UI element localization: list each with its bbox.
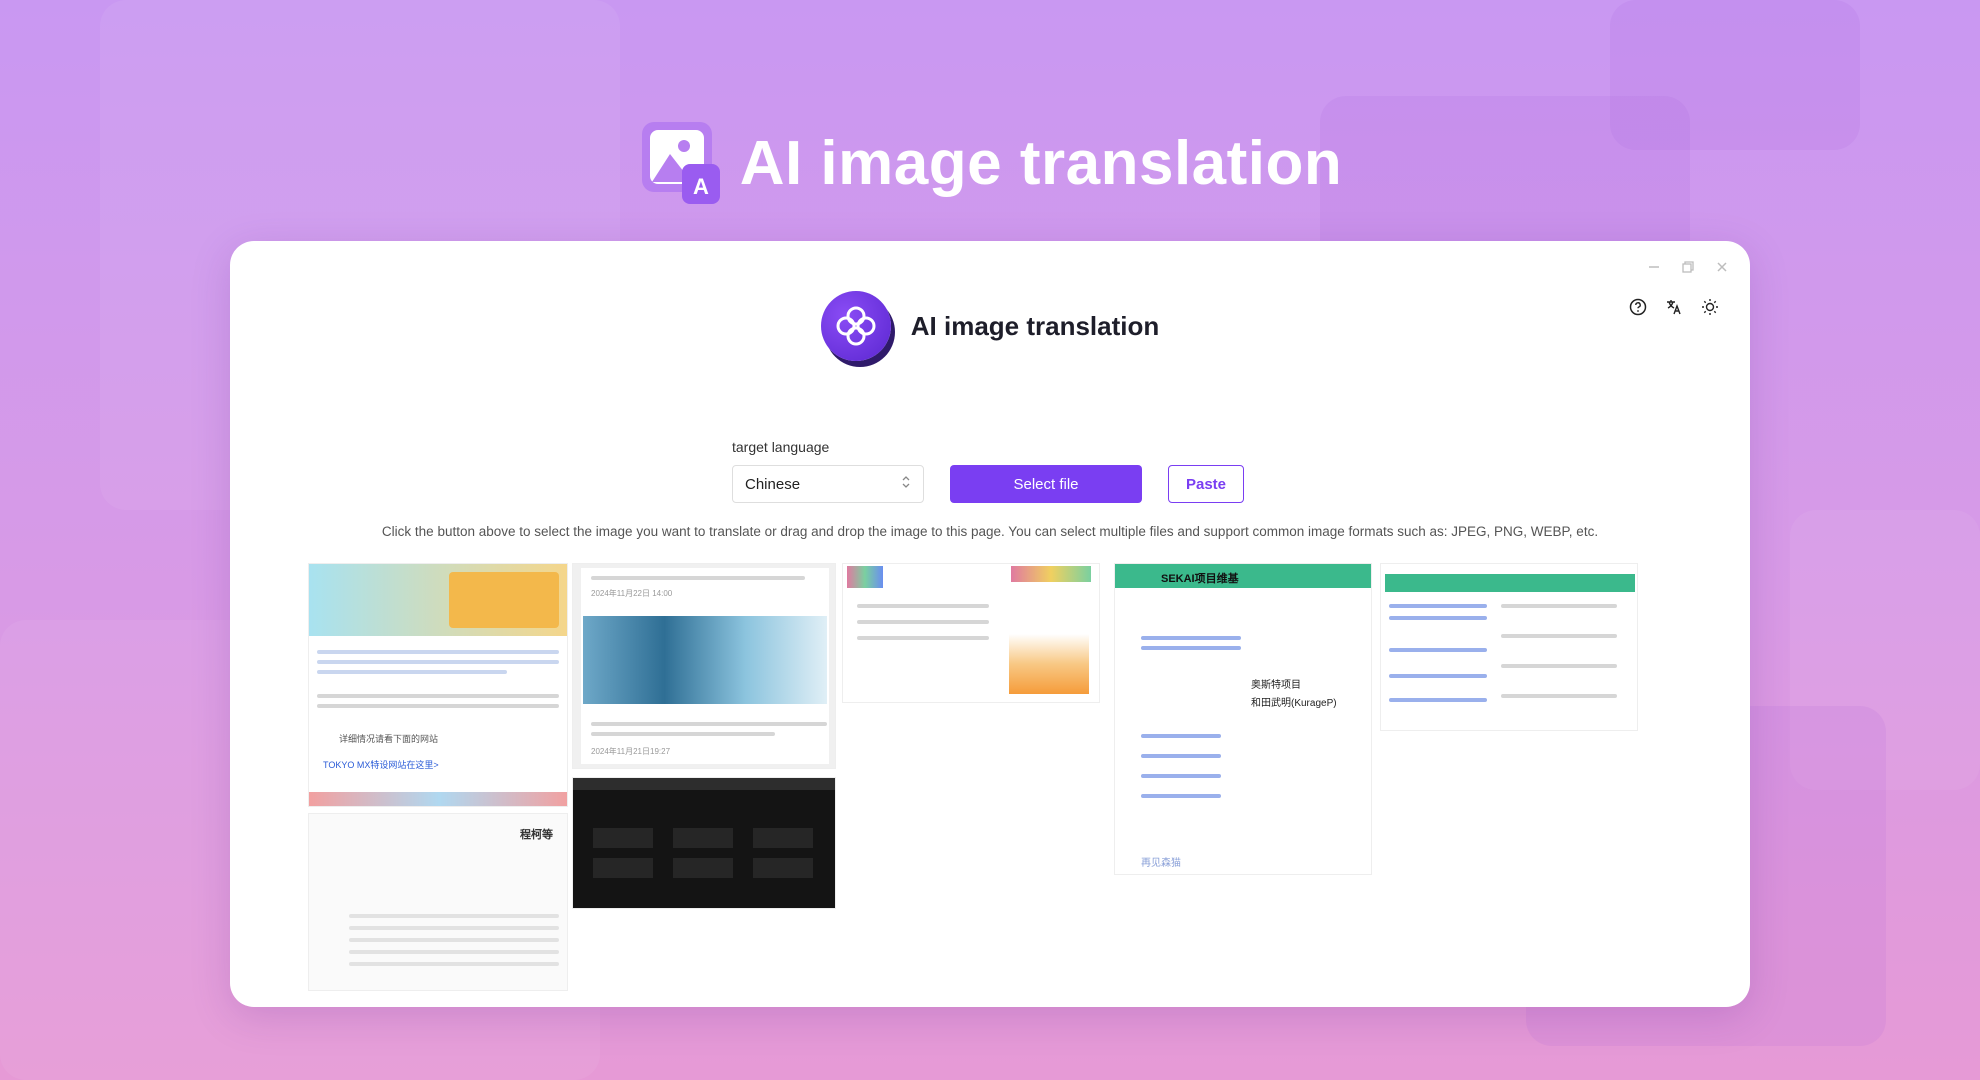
text-line	[1501, 604, 1617, 608]
select-file-button[interactable]: Select file	[950, 465, 1142, 503]
thumbnail-tile	[673, 828, 733, 848]
thumbnail-text: 程柯等	[520, 829, 553, 841]
text-line	[349, 926, 559, 930]
thumbnail-date: 2024年11月21日19:27	[591, 747, 671, 756]
thumbnail-tile	[673, 858, 733, 878]
text-line	[1141, 774, 1221, 778]
restore-icon[interactable]	[1678, 257, 1698, 277]
image-gallery: 详细情况请看下面的网站 TOKYO MX特设网站在这里> 程柯等 2024年11…	[308, 563, 1698, 1003]
thumbnail-badge	[449, 572, 559, 628]
text-line	[349, 962, 559, 966]
thumbnail-highlight	[1009, 634, 1089, 694]
svg-text:A: A	[693, 174, 709, 199]
thumbnail-color-strip	[1011, 566, 1091, 582]
thumbnail-tile	[593, 858, 653, 878]
thumbnail-date: 2024年11月22日 14:00	[591, 589, 673, 598]
text-line	[1389, 604, 1487, 608]
image-translate-icon: A	[638, 118, 722, 208]
thumbnail-link: TOKYO MX特设网站在这里>	[323, 760, 439, 770]
text-line	[857, 620, 989, 624]
thumbnail-text: 再见森猫	[1141, 858, 1181, 869]
text-line	[1501, 694, 1617, 698]
text-line	[349, 938, 559, 942]
flower-logo-icon	[820, 291, 891, 361]
target-language-select[interactable]: Chinese	[732, 465, 924, 503]
text-line	[317, 694, 559, 698]
text-line	[317, 660, 559, 664]
image-thumbnail[interactable]	[572, 777, 836, 909]
text-line	[857, 604, 989, 608]
thumbnail-footer	[309, 792, 567, 806]
thumbnail-header-bar	[1385, 574, 1635, 592]
app-window: AI image translation target language Chi…	[230, 241, 1750, 1007]
text-line	[1501, 664, 1617, 668]
thumbnail-tile	[753, 828, 813, 848]
text-line	[1501, 634, 1617, 638]
image-thumbnail[interactable]: 2024年11月22日 14:00 2024年11月21日19:27	[572, 563, 836, 769]
image-thumbnail[interactable]	[1380, 563, 1638, 731]
image-thumbnail[interactable]: SEKAI项目维基 奥斯特项目 和田武明(KurageP) 再见森猫	[1114, 563, 1372, 875]
text-line	[317, 650, 559, 654]
text-line	[349, 950, 559, 954]
thumbnail-header: SEKAI项目维基	[1161, 573, 1239, 585]
thumbnail-text: 详细情况请看下面的网站	[339, 734, 439, 744]
text-line	[1389, 616, 1487, 620]
target-language-label: target language	[732, 439, 830, 455]
thumbnail-image	[583, 616, 827, 704]
text-line	[1141, 794, 1221, 798]
thumbnail-text: 奥斯特项目	[1251, 680, 1301, 691]
image-thumbnail[interactable]: 程柯等	[308, 813, 568, 991]
text-line	[1141, 734, 1221, 738]
app-header: AI image translation	[230, 291, 1750, 361]
text-line	[591, 722, 827, 726]
text-line	[1389, 674, 1487, 678]
instruction-text: Click the button above to select the ima…	[381, 524, 1599, 539]
text-line	[317, 704, 559, 708]
text-line	[317, 670, 507, 674]
text-line	[591, 732, 775, 736]
chevron-updown-icon	[901, 475, 911, 493]
text-line	[1141, 636, 1241, 640]
hero-title: AI image translation	[739, 128, 1343, 198]
thumbnail-header-bar	[1115, 564, 1371, 588]
thumbnail-color-strip	[847, 566, 883, 588]
thumbnail-text: 和田武明(KurageP)	[1251, 698, 1337, 709]
text-line	[1389, 698, 1487, 702]
image-thumbnail[interactable]: 详细情况请看下面的网站 TOKYO MX特设网站在这里>	[308, 563, 568, 807]
close-icon[interactable]	[1712, 257, 1732, 277]
text-line	[1141, 646, 1241, 650]
text-line	[591, 576, 805, 580]
text-line	[1389, 648, 1487, 652]
text-line	[349, 914, 559, 918]
translation-controls: target language Chinese Select file Past…	[732, 439, 1244, 503]
paste-button[interactable]: Paste	[1168, 465, 1244, 503]
image-thumbnail[interactable]	[842, 563, 1100, 703]
app-title: AI image translation	[910, 310, 1160, 341]
thumbnail-tile	[753, 858, 813, 878]
minimize-icon[interactable]	[1644, 257, 1664, 277]
text-line	[1141, 754, 1221, 758]
thumbnail-topbar	[573, 778, 835, 790]
text-line	[857, 636, 989, 640]
window-controls	[1644, 257, 1732, 277]
target-language-value: Chinese	[745, 475, 801, 493]
hero-heading: A AI image translation	[0, 118, 1980, 208]
thumbnail-tile	[593, 828, 653, 848]
